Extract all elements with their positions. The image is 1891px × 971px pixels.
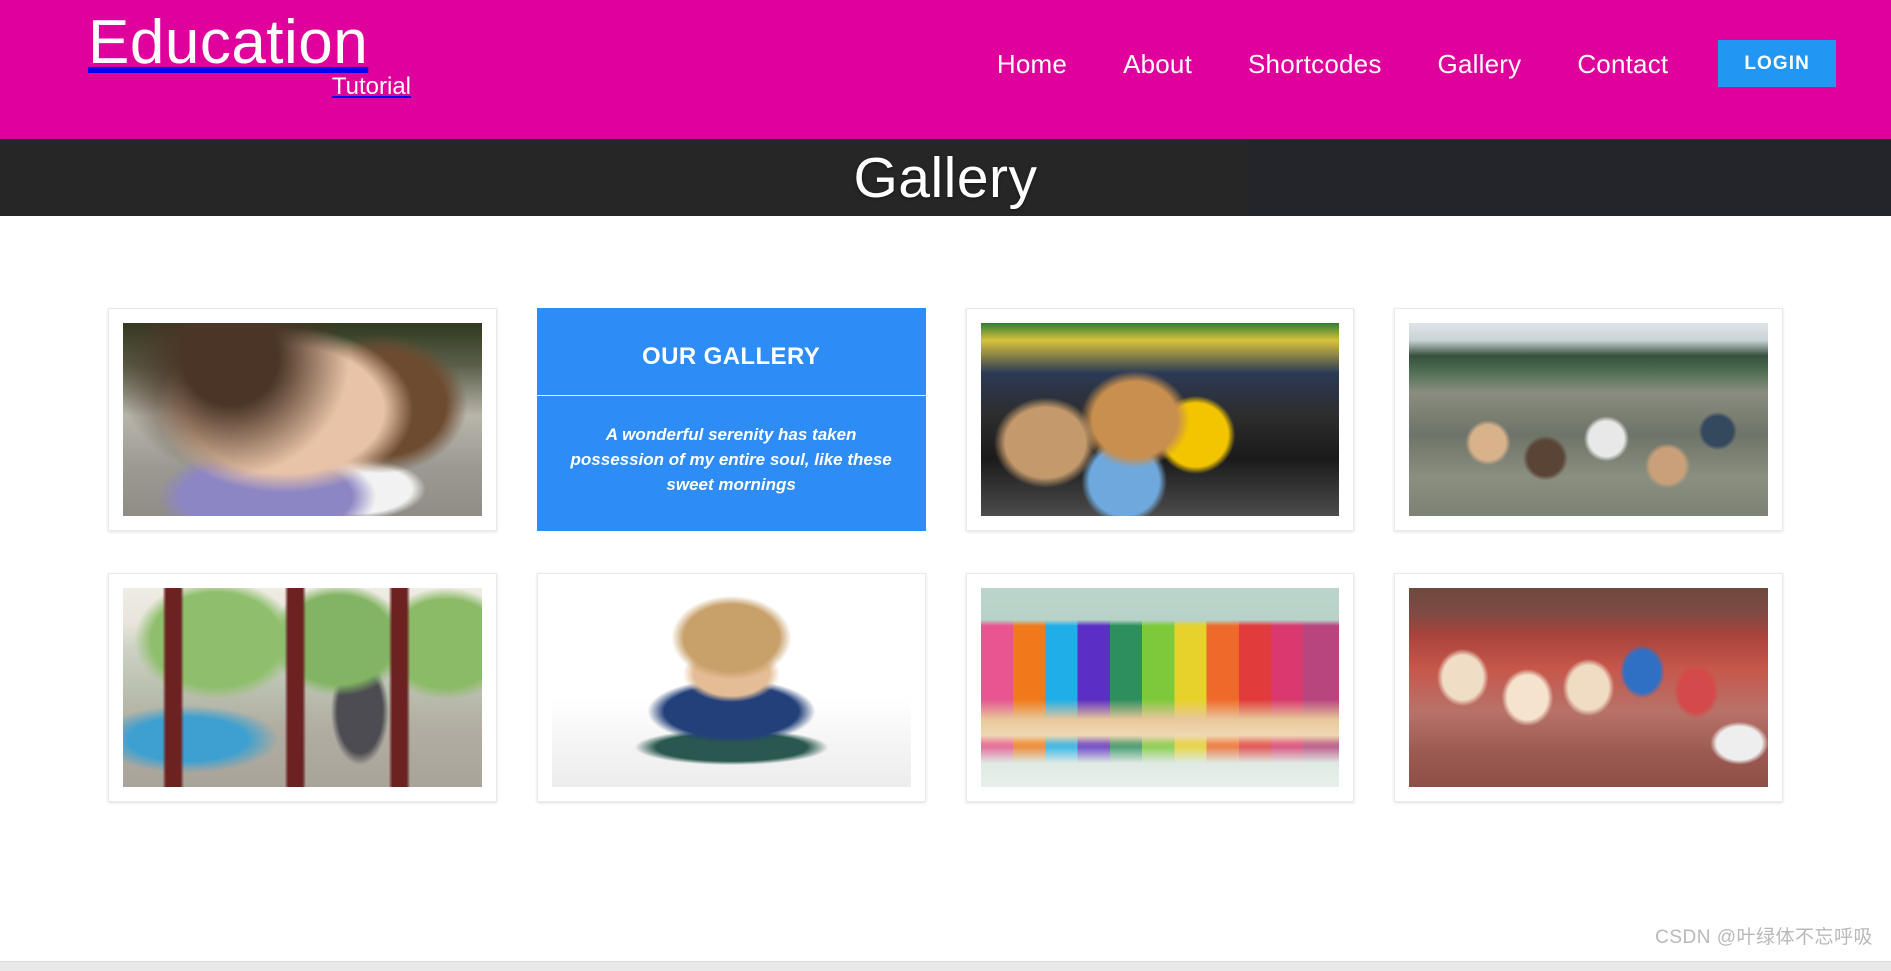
footer-strip [0, 961, 1891, 971]
gallery-item-promo: OUR GALLERY A wonderful serenity has tak… [536, 308, 926, 531]
gallery-photo-auditorium [1409, 588, 1768, 787]
gallery-image-wrapper [123, 323, 482, 516]
gallery-photo-girl-writing [123, 323, 482, 516]
gallery-photo-classroom-windows [123, 588, 482, 787]
gallery-image-wrapper [980, 588, 1340, 787]
gallery-photo-computer-lab [980, 323, 1340, 516]
nav-item-shortcodes[interactable]: Shortcodes [1220, 47, 1410, 81]
site-header: Education Tutorial Home About Shortcodes… [0, 0, 1891, 139]
gallery-item-lecture-hall[interactable] [1394, 308, 1783, 531]
nav-item-home[interactable]: Home [969, 47, 1095, 81]
gallery-image-wrapper [1409, 588, 1768, 787]
nav-item-about[interactable]: About [1095, 47, 1220, 81]
nav-item-contact[interactable]: Contact [1549, 47, 1696, 81]
page-title: Gallery [853, 145, 1038, 210]
gallery-item-classroom-windows[interactable] [108, 573, 497, 802]
main-navigation: Home About Shortcodes Gallery Contact LO… [969, 40, 1836, 87]
gallery-image-wrapper [551, 588, 911, 787]
gallery-item-auditorium[interactable] [1394, 573, 1783, 802]
nav-item-gallery[interactable]: Gallery [1410, 47, 1550, 81]
gallery-image-wrapper [980, 323, 1340, 516]
gallery-photo-boy-reading [551, 588, 911, 787]
gallery-image-wrapper [123, 588, 482, 787]
gallery-photo-lecture-hall [1409, 323, 1768, 516]
gallery-item-pencils[interactable] [965, 573, 1355, 802]
gallery-image-wrapper [1409, 323, 1768, 516]
login-button[interactable]: LOGIN [1718, 40, 1836, 87]
watermark: CSDN @叶绿体不忘呼吸 [1655, 927, 1873, 948]
promo-body: A wonderful serenity has taken possessio… [570, 424, 892, 494]
gallery-item-boy-reading[interactable] [536, 573, 926, 802]
brand-name: Education [88, 8, 369, 77]
gallery-item-girl-writing[interactable] [108, 308, 497, 531]
gallery-item-computer-lab[interactable] [965, 308, 1355, 531]
promo-title: OUR GALLERY [536, 343, 926, 396]
gallery-grid: OUR GALLERY A wonderful serenity has tak… [108, 308, 1783, 802]
gallery-photo-pencils [980, 588, 1340, 787]
site-logo[interactable]: Education Tutorial [88, 8, 418, 100]
gallery-section: OUR GALLERY A wonderful serenity has tak… [0, 216, 1891, 802]
page-banner: Gallery [0, 139, 1891, 216]
